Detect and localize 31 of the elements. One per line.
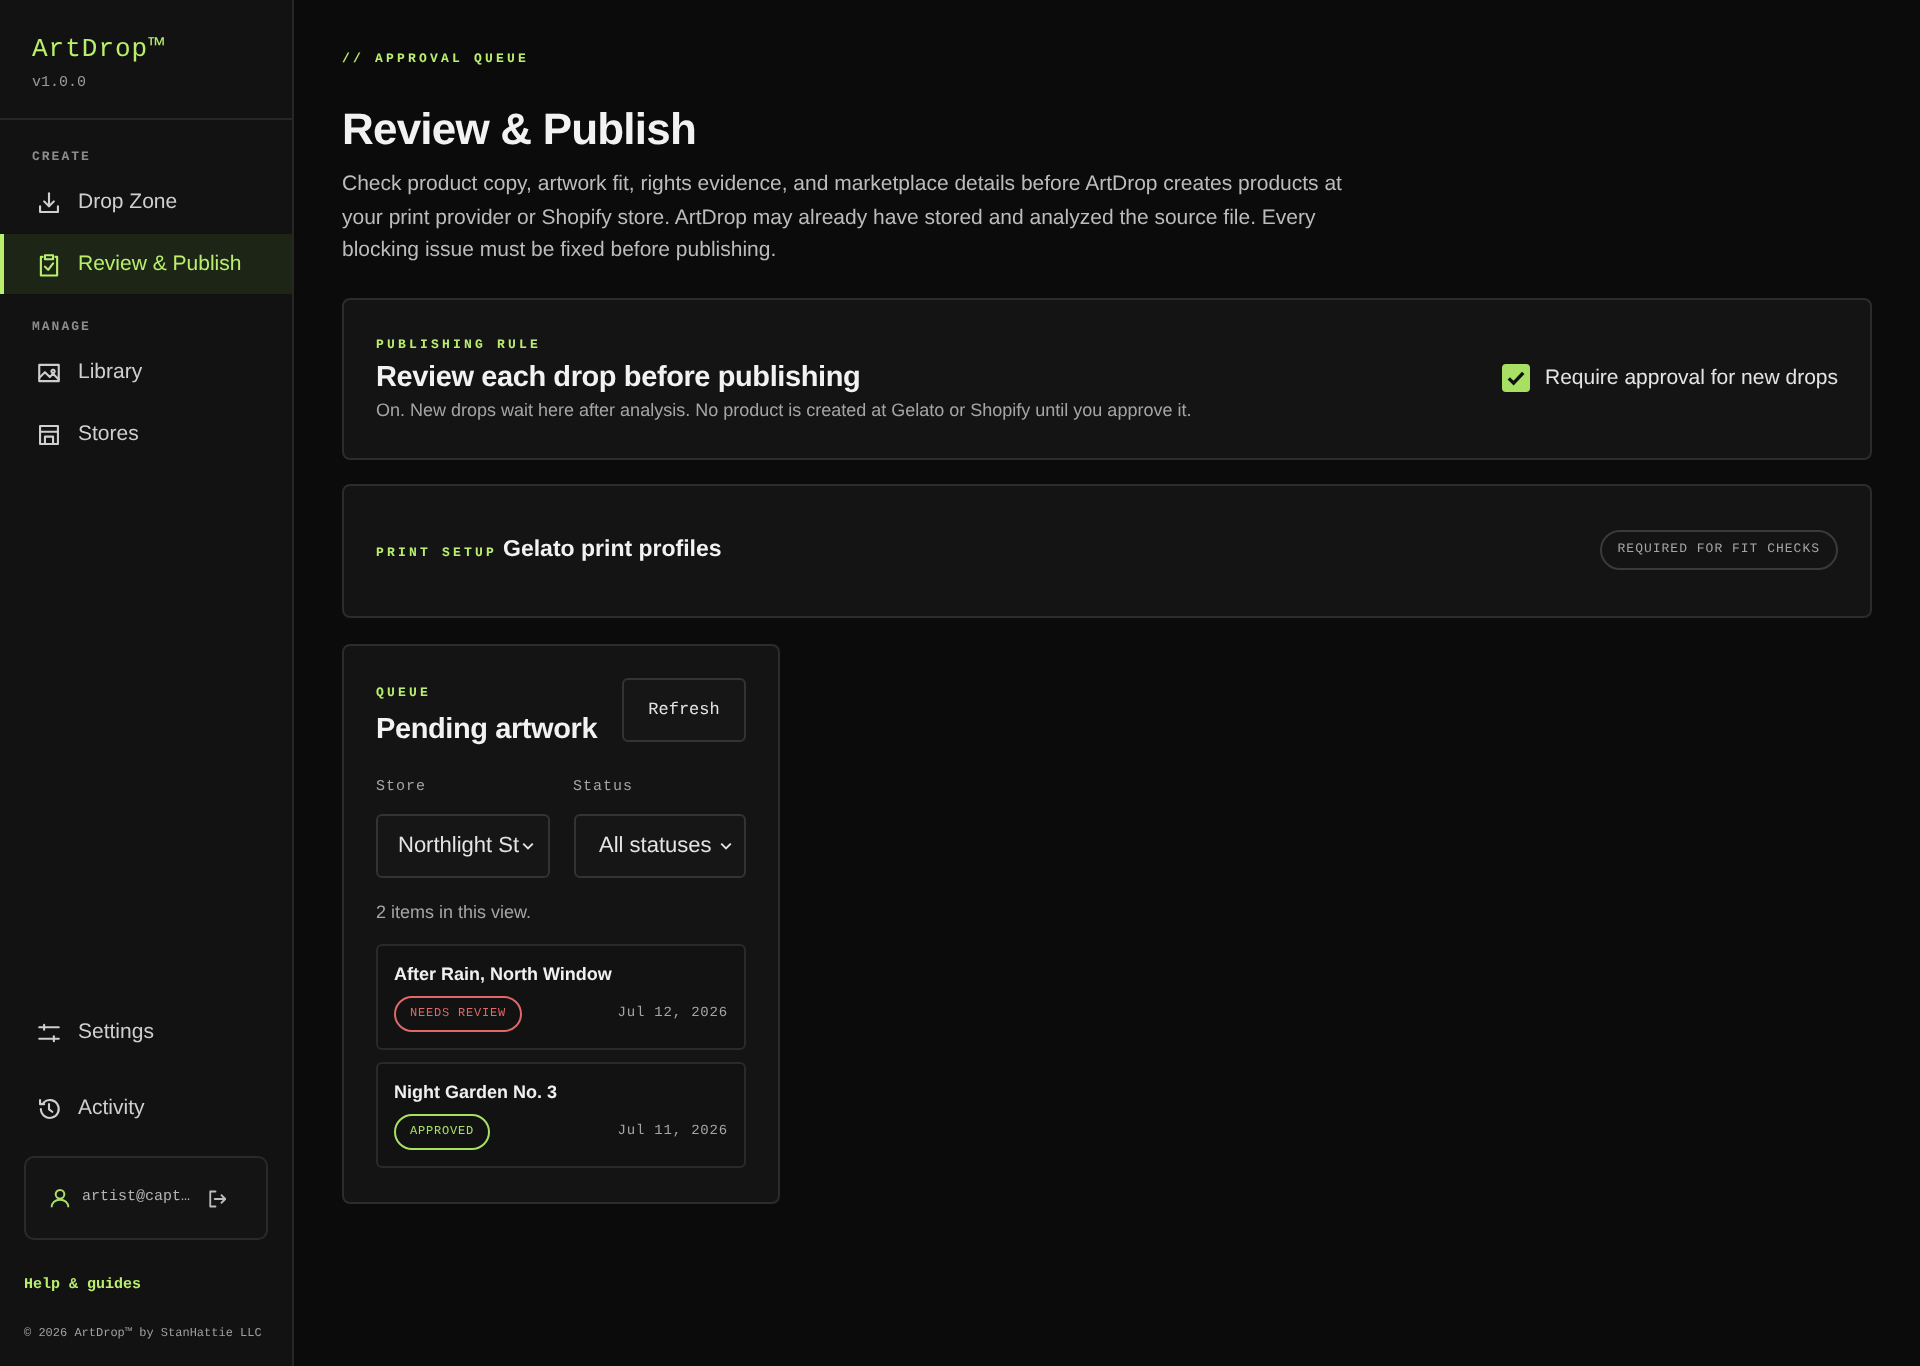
artwork-title: Night Garden No. 3 (394, 1079, 560, 1103)
user-icon (50, 1188, 70, 1208)
download-icon (36, 189, 62, 215)
nav-item[interactable]: Review & Publish (0, 234, 292, 294)
brand-name: ArtDrop™ (32, 34, 167, 66)
card-title: Review each drop before publishing (376, 359, 863, 397)
page-description: Check product copy, artwork fit, rights evidence, and marketplace details before ArtDrop creates products at your print provider or Shopify store. ArtDrop may already have stored and analyzed the source file. Every blocking issue must be fixed before publishing. (342, 170, 1344, 266)
checkbox-label: Require approval for new drops (1545, 366, 1838, 390)
logout-icon[interactable] (208, 1189, 226, 1207)
filter-dropdown[interactable]: All statuses (573, 813, 746, 877)
image-icon (36, 359, 62, 385)
nav-item[interactable]: Settings (0, 996, 292, 1068)
caret-icon (720, 841, 732, 849)
clipboard-check-icon (36, 251, 62, 277)
card-description: On. New drops wait here after analysis. No product is created at Gelato or Shopify until you approve it. (376, 397, 1192, 421)
page-title: Review & Publish (342, 102, 696, 156)
nav-item[interactable]: Activity (0, 1072, 292, 1144)
nav-item[interactable]: Stores (0, 404, 292, 464)
artwork-title: After Rain, North Window (394, 961, 614, 985)
item-count-text: 2 items in this view. (376, 899, 532, 923)
sliders-icon (36, 1019, 62, 1045)
history-icon (36, 1095, 62, 1121)
nav-item[interactable]: Library (0, 342, 292, 402)
approval-checkbox[interactable] (1501, 364, 1529, 392)
caret-icon (521, 841, 534, 849)
card-title: Gelato print profiles (503, 538, 722, 562)
nav-item[interactable]: Drop Zone (0, 172, 292, 232)
refresh-button[interactable]: Refresh (622, 677, 746, 741)
storefront-icon (36, 421, 62, 447)
filter-dropdown[interactable]: Northlight St (376, 813, 549, 877)
card-title: Pending artwork (376, 711, 598, 749)
